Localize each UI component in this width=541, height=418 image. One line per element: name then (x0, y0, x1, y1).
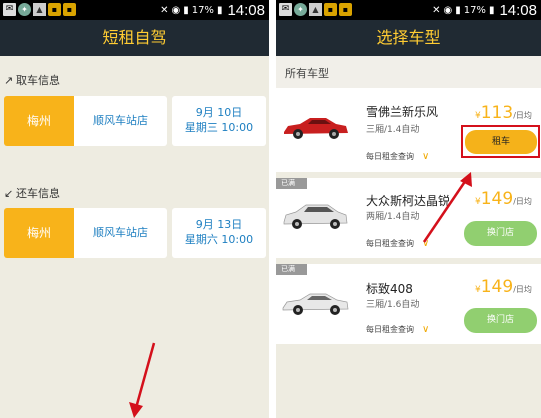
return-date: 9月 13日 (195, 218, 243, 231)
annotation-arrow (422, 172, 472, 243)
car-name: 标致408 (366, 282, 413, 296)
car-list-item[interactable]: 雪佛兰新乐风 三厢/1.4自动 每日租金查询 ∨ ¥113/日均 租车 (276, 88, 541, 172)
full-badge: 已满 (276, 178, 307, 189)
car-price: ¥149/日均 (475, 189, 532, 209)
pickup-section-label: ↗ 取车信息 (4, 74, 60, 87)
car-name: 雪佛兰新乐风 (366, 105, 439, 119)
car-spec: 三厢/1.6自动 (366, 300, 420, 310)
pickup-store-button[interactable]: 顺风车站店 (74, 96, 167, 146)
return-city-button[interactable]: 梅州 (4, 208, 74, 258)
car-image (284, 118, 348, 139)
notification-icon: ▪ (63, 3, 76, 16)
car-image (282, 293, 349, 315)
page-title: 短租自驾 (0, 20, 269, 56)
arrow-up-right-icon: ↗ (4, 74, 14, 87)
signal-icon: ▮ (455, 5, 461, 16)
car-spec: 两厢/1.4自动 (366, 212, 420, 222)
right-phone-screen: ✉ ✦ ▲ ▪ ▪ ✕ ◉ ▮ 17% ▮ 14:08 选择车型 所有车型 雪佛… (276, 0, 541, 418)
daily-rent-query[interactable]: 每日租金查询 ∨ (366, 324, 429, 335)
car-spec: 三厢/1.4自动 (366, 125, 420, 135)
wifi-icon: ◉ (171, 5, 181, 16)
car-price: ¥113/日均 (475, 103, 532, 123)
status-bar: ✉ ✦ ▲ ▪ ▪ ✕ ◉ ▮ 17% ▮ 14:08 (276, 0, 541, 20)
notification-icon: ▪ (324, 3, 337, 16)
car-list-item[interactable]: 已满 标致408 三厢/1.6自动 每日租金查询 ∨ ¥149/日均 换门店 (276, 264, 541, 344)
pickup-date-button[interactable]: 9月 10日 星期三 10:00 (172, 96, 266, 146)
pickup-weekday-time: 星期三 10:00 (184, 121, 254, 134)
left-phone-screen: ✉ ✦ ▲ ▪ ▪ ✕ ◉ ▮ 17% ▮ 14:08 短租自驾 ↗ 取车信息 梅… (0, 0, 269, 418)
battery-level: 17% (463, 5, 486, 16)
car-image (283, 204, 348, 229)
chevron-down-icon: ∨ (422, 151, 430, 162)
signal-icon: ▮ (183, 5, 189, 16)
chevron-down-icon: ∨ (422, 324, 430, 335)
return-date-button[interactable]: 9月 13日 星期六 10:00 (172, 208, 266, 258)
wifi-icon: ◉ (443, 5, 453, 16)
daily-rent-query[interactable]: 每日租金查询 ∨ (366, 151, 429, 162)
all-models-header: 所有车型 (276, 56, 541, 88)
mail-icon: ✉ (279, 3, 292, 16)
mute-icon: ✕ (160, 5, 169, 16)
return-weekday-time: 星期六 10:00 (184, 233, 254, 246)
full-badge: 已满 (276, 264, 307, 275)
arrow-down-left-icon: ↙ (4, 187, 14, 200)
status-bar: ✉ ✦ ▲ ▪ ▪ ✕ ◉ ▮ 17% ▮ 14:08 (0, 0, 269, 20)
mail-icon: ✉ (3, 3, 16, 16)
change-store-button[interactable]: 换门店 (464, 308, 537, 333)
pickup-row: 梅州 顺风车站店 9月 10日 星期三 10:00 (4, 96, 266, 148)
mute-icon: ✕ (432, 5, 441, 16)
notification-icon: ▪ (48, 3, 61, 16)
pickup-date: 9月 10日 (195, 106, 243, 119)
clock: 14:08 (499, 2, 537, 19)
annotation-arrow (129, 342, 156, 418)
return-row: 梅州 顺风车站店 9月 13日 星期六 10:00 (4, 208, 266, 260)
picture-icon: ▲ (33, 3, 46, 16)
rent-button[interactable]: 租车 (465, 130, 537, 154)
page-title: 选择车型 (276, 20, 541, 56)
app-icon: ✦ (294, 3, 307, 16)
car-price: ¥149/日均 (475, 277, 532, 297)
car-list-item[interactable]: 已满 大众斯柯达晶锐 两厢/1.4自动 每日租金查询 ∨ ¥149/日均 换门店 (276, 178, 541, 258)
battery-icon: ▮ (488, 5, 495, 16)
pickup-city-button[interactable]: 梅州 (4, 96, 74, 146)
return-store-button[interactable]: 顺风车站店 (74, 208, 167, 258)
battery-level: 17% (191, 5, 214, 16)
battery-icon: ▮ (216, 5, 223, 16)
notification-icon: ▪ (339, 3, 352, 16)
return-section-label: ↙ 还车信息 (4, 187, 60, 200)
picture-icon: ▲ (309, 3, 322, 16)
app-icon: ✦ (18, 3, 31, 16)
clock: 14:08 (227, 2, 265, 19)
